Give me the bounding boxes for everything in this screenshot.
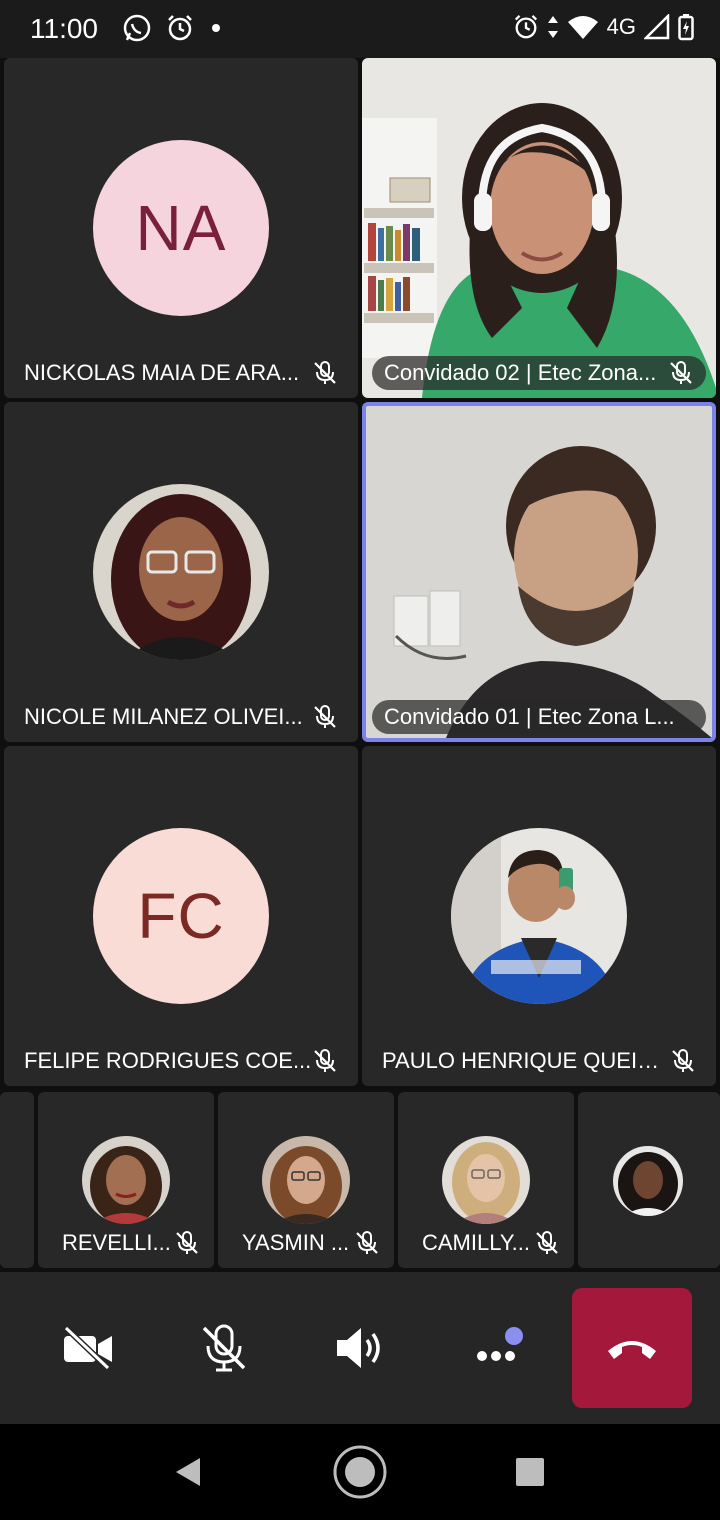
system-navigation-bar	[0, 1424, 720, 1520]
participant-tile[interactable]: NA NICKOLAS MAIA DE ARA...	[4, 58, 358, 398]
whatsapp-icon	[123, 14, 151, 42]
participant-tile-partial[interactable]	[0, 1092, 34, 1268]
data-arrows-icon	[547, 16, 558, 38]
avatar	[82, 1136, 170, 1224]
mic-muted-icon	[314, 705, 336, 728]
mic-muted-icon	[670, 361, 692, 384]
mic-muted-icon	[314, 1049, 336, 1072]
participant-name: Convidado 02 | Etec Zona...	[384, 360, 657, 385]
participant-name: REVELLI...	[62, 1230, 171, 1255]
participant-strip[interactable]: REVELLI... YASMIN ... CAMILLY...	[0, 1092, 720, 1268]
recents-icon[interactable]	[514, 1456, 546, 1488]
avatar-initials: FC	[137, 880, 225, 952]
participant-name: NICKOLAS MAIA DE ARA...	[24, 360, 300, 385]
video-feed	[362, 58, 716, 398]
avatar	[93, 484, 269, 660]
participant-tile-small[interactable]: YASMIN ...	[218, 1092, 394, 1268]
avatar-initials: NA	[135, 192, 227, 264]
call-controls	[0, 1272, 720, 1424]
participant-name: PAULO HENRIQUE QUEIR...	[382, 1048, 670, 1073]
home-icon[interactable]	[332, 1444, 388, 1500]
avatar	[451, 828, 627, 1004]
participant-name: YASMIN ...	[242, 1230, 350, 1255]
participant-tile-small[interactable]: REVELLI...	[38, 1092, 214, 1268]
mic-muted-icon	[672, 1049, 694, 1072]
avatar	[262, 1136, 350, 1224]
wifi-icon	[567, 16, 598, 39]
participant-name: FELIPE RODRIGUES COE...	[24, 1048, 312, 1073]
mic-off-icon	[202, 1324, 246, 1372]
battery-icon	[678, 14, 694, 41]
notification-dot	[505, 1327, 523, 1345]
participant-name-pill: Convidado 01 | Etec Zona L...	[372, 700, 706, 734]
alarm-icon	[168, 15, 192, 41]
avatar	[442, 1136, 530, 1224]
participant-video-tile-active[interactable]: Convidado 01 | Etec Zona L...	[362, 402, 716, 742]
alarm-icon	[514, 15, 537, 39]
back-icon[interactable]	[170, 1454, 206, 1490]
video-feed	[366, 406, 712, 738]
more-options-button[interactable]	[460, 1312, 532, 1384]
mic-muted-icon	[536, 1231, 558, 1254]
end-call-button[interactable]	[572, 1288, 692, 1408]
status-bar: 11:00 4G	[0, 0, 720, 58]
microphone-toggle-button[interactable]	[188, 1312, 260, 1384]
participant-tile[interactable]: NICOLE MILANEZ OLIVEI...	[4, 402, 358, 742]
participant-tile-small[interactable]	[578, 1092, 720, 1268]
mic-muted-icon	[176, 1231, 198, 1254]
participant-tile[interactable]: PAULO HENRIQUE QUEIR...	[362, 746, 716, 1086]
camera-toggle-button[interactable]	[52, 1312, 124, 1384]
participant-name: CAMILLY...	[422, 1230, 531, 1255]
hang-up-icon	[608, 1341, 656, 1359]
dot-icon	[212, 24, 220, 32]
avatar: NA	[93, 140, 269, 316]
camera-off-icon	[63, 1326, 112, 1370]
signal-icon	[644, 14, 670, 40]
avatar	[613, 1146, 683, 1216]
participant-name: NICOLE MILANEZ OLIVEI...	[24, 704, 303, 729]
status-time: 11:00	[30, 13, 98, 44]
speaker-icon	[337, 1328, 380, 1368]
network-type: 4G	[606, 14, 636, 39]
participant-video-tile[interactable]: Convidado 02 | Etec Zona...	[362, 58, 716, 398]
mic-muted-icon	[356, 1231, 378, 1254]
avatar: FC	[93, 828, 269, 1004]
more-options-icon	[477, 1327, 523, 1361]
participant-tile-small[interactable]: CAMILLY...	[398, 1092, 574, 1268]
mic-muted-icon	[314, 361, 336, 384]
participant-name: Convidado 01 | Etec Zona L...	[384, 704, 675, 729]
participant-tile[interactable]: FC FELIPE RODRIGUES COE...	[4, 746, 358, 1086]
participant-name-pill: Convidado 02 | Etec Zona...	[372, 356, 706, 390]
speaker-button[interactable]	[324, 1312, 396, 1384]
